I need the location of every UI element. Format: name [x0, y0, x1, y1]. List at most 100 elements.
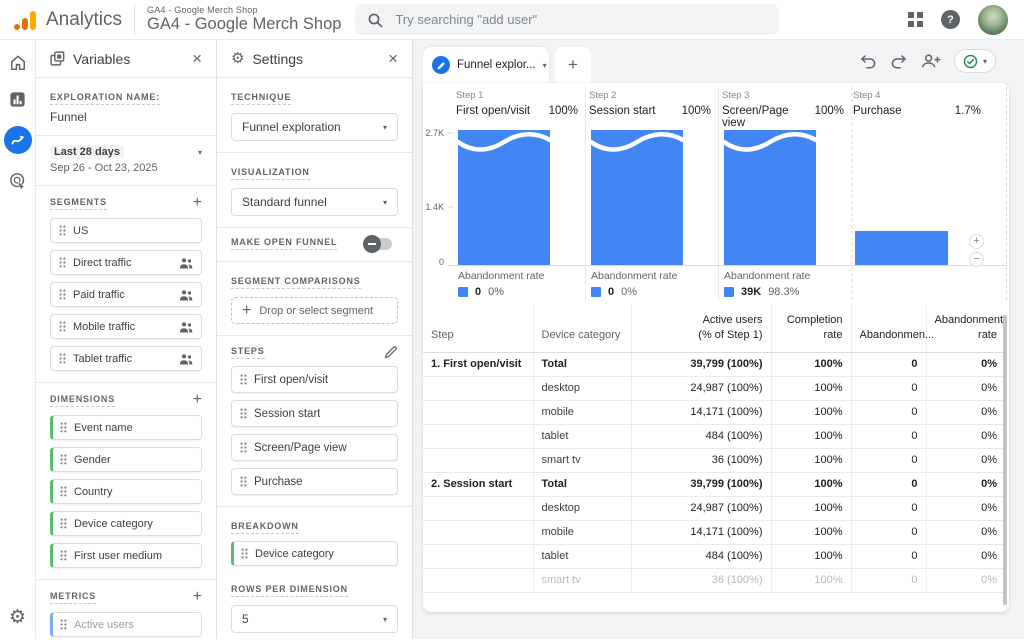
- chip-purchase[interactable]: Purchase: [231, 468, 398, 495]
- close-variables-icon[interactable]: ×: [192, 50, 202, 67]
- chip-first-open-visit[interactable]: First open/visit: [231, 366, 398, 393]
- make-open-funnel-toggle[interactable]: [366, 238, 392, 250]
- cell-value: 0: [851, 376, 926, 400]
- cell-value: 0: [851, 400, 926, 424]
- cell-value: 0%: [926, 568, 1005, 592]
- chevron-down-icon: ▾: [383, 123, 387, 132]
- account-switcher[interactable]: GA4 - Google Merch Shop GA4 - Google Mer…: [147, 5, 341, 34]
- table-row: tablet484 (100%)100%00%: [423, 424, 1005, 448]
- segment-drop-zone[interactable]: + Drop or select segment: [231, 297, 398, 324]
- cell-value: 0: [851, 352, 926, 376]
- cell-value: 100%: [771, 472, 851, 496]
- step-name: Session start: [589, 105, 655, 117]
- add-segment-icon[interactable]: +: [193, 195, 202, 211]
- step-header-4: Step 4Purchase1.7%: [853, 90, 981, 117]
- chip-active-users[interactable]: Active users: [50, 612, 202, 637]
- column-header-1[interactable]: Step: [423, 305, 533, 352]
- cell-value: 100%: [771, 400, 851, 424]
- exploration-name-label: EXPLORATION NAME:: [50, 92, 160, 105]
- help-icon[interactable]: ?: [941, 10, 960, 29]
- chip-country[interactable]: Country: [50, 479, 202, 504]
- search-input[interactable]: [393, 11, 767, 28]
- chip-label: Direct traffic: [73, 257, 131, 269]
- search-icon: [367, 12, 383, 28]
- explore-icon[interactable]: [4, 126, 32, 154]
- avatar[interactable]: [978, 5, 1008, 35]
- step-name-row: First open/visit 100%: [456, 105, 578, 117]
- exploration-name-value[interactable]: Funnel: [50, 110, 202, 124]
- add-metric-icon[interactable]: +: [193, 589, 202, 605]
- undo-icon[interactable]: [860, 54, 877, 69]
- zoom-in-button[interactable]: +: [969, 234, 984, 249]
- y-axis-tick: 0: [424, 257, 444, 267]
- cell-step: 1. First open/visit: [423, 352, 533, 376]
- chip-label: Screen/Page view: [254, 442, 347, 454]
- cell-value: 100%: [771, 376, 851, 400]
- chip-screen-page-view[interactable]: Screen/Page view: [231, 434, 398, 461]
- reports-icon[interactable]: [8, 90, 27, 109]
- cell-value: 0%: [926, 352, 1005, 376]
- new-tab-button[interactable]: +: [555, 47, 591, 83]
- technique-dropdown[interactable]: Funnel exploration ▾: [231, 113, 398, 141]
- redo-icon[interactable]: [890, 54, 907, 69]
- table-row: desktop24,987 (100%)100%00%: [423, 496, 1005, 520]
- add-dimension-icon[interactable]: +: [193, 392, 202, 408]
- column-header-3[interactable]: Active users(% of Step 1): [631, 305, 771, 352]
- drag-handle-icon: [60, 422, 67, 433]
- chip-session-start[interactable]: Session start: [231, 400, 398, 427]
- cell-value: 39,799 (100%): [631, 352, 771, 376]
- column-header-2[interactable]: Device category: [533, 305, 631, 352]
- chip-device-category[interactable]: Device category: [231, 541, 398, 566]
- tab-funnel-exploration[interactable]: Funnel explor... ▾: [423, 47, 549, 83]
- visualization-dropdown[interactable]: Standard funnel ▾: [231, 188, 398, 216]
- date-preset[interactable]: Last 28 days: [50, 145, 124, 159]
- column-header-5[interactable]: Abandonmen...: [851, 305, 926, 352]
- admin-gear-icon[interactable]: ⚙: [9, 608, 26, 627]
- table-scrollbar[interactable]: [1003, 315, 1007, 605]
- chip-mobile-traffic[interactable]: Mobile traffic: [50, 314, 202, 339]
- segments-list: US Direct traffic Paid traffic Mobile traff…: [50, 218, 202, 371]
- step-name-row: Purchase1.7%: [853, 105, 981, 117]
- step-completion-pct: 100%: [549, 105, 578, 117]
- chip-gender[interactable]: Gender: [50, 447, 202, 472]
- edit-steps-icon[interactable]: [384, 345, 398, 359]
- cell-step: [423, 568, 533, 592]
- table-header: StepDevice categoryActive users(% of Ste…: [423, 305, 1005, 352]
- close-settings-icon[interactable]: ×: [388, 50, 398, 67]
- chip-device-category[interactable]: Device category: [50, 511, 202, 536]
- cell-value: 0: [851, 496, 926, 520]
- cell-value: 14,171 (100%): [631, 400, 771, 424]
- chevron-down-icon: ▾: [383, 615, 387, 624]
- search-bar[interactable]: [355, 4, 779, 35]
- chip-first-user-medium[interactable]: First user medium: [50, 543, 202, 568]
- abandonment-legend: 00%: [458, 286, 580, 298]
- drag-handle-icon: [59, 225, 66, 236]
- step-header-2: Step 2Session start100%: [589, 90, 711, 117]
- chip-tablet-traffic[interactable]: Tablet traffic: [50, 346, 202, 371]
- drag-handle-icon: [240, 476, 247, 487]
- abandonment-pct: 0%: [488, 286, 504, 298]
- divider: [134, 5, 135, 35]
- column-header-4[interactable]: Completionrate: [771, 305, 851, 352]
- advertising-icon[interactable]: [8, 171, 28, 191]
- saved-status-button[interactable]: ▾: [954, 49, 996, 73]
- chip-paid-traffic[interactable]: Paid traffic: [50, 282, 202, 307]
- date-range-section[interactable]: Last 28 days ▾ Sep 26 - Oct 23, 2025: [36, 135, 216, 185]
- column-header-6[interactable]: Abandonmentrate: [926, 305, 1005, 352]
- legend-swatch: [724, 287, 734, 297]
- chip-us[interactable]: US: [50, 218, 202, 243]
- zoom-out-button[interactable]: −: [969, 252, 984, 267]
- cell-step: [423, 448, 533, 472]
- chip-label: Gender: [74, 454, 111, 466]
- step-name: First open/visit: [456, 105, 530, 117]
- apps-grid-icon[interactable]: [908, 12, 923, 27]
- analytics-logo-icon: [14, 9, 38, 31]
- home-icon[interactable]: [8, 53, 28, 73]
- rows-per-dimension-dropdown[interactable]: 5 ▾: [231, 605, 398, 633]
- chip-event-name[interactable]: Event name: [50, 415, 202, 440]
- settings-gear-icon: ⚙: [231, 51, 244, 66]
- drag-handle-icon: [59, 353, 66, 364]
- chip-direct-traffic[interactable]: Direct traffic: [50, 250, 202, 275]
- share-user-add-icon[interactable]: [920, 53, 941, 69]
- abandonment-block-3: Abandonment rate39K98.3%: [724, 270, 846, 298]
